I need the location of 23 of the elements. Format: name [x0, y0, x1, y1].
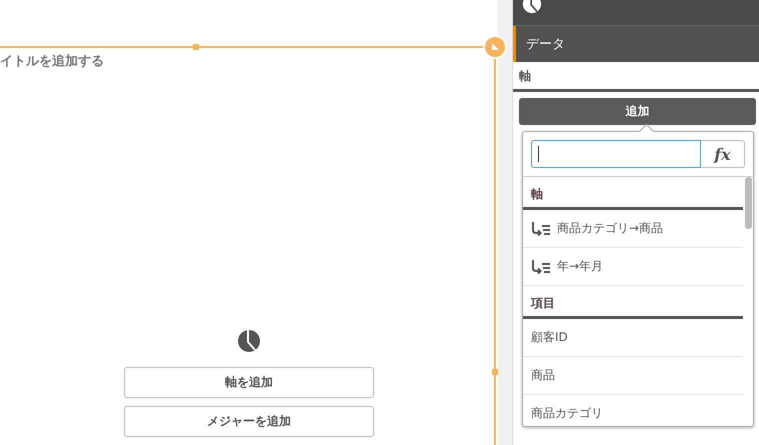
search-field[interactable] [531, 140, 701, 168]
section-heading: 軸 [513, 62, 759, 92]
list-item[interactable]: 顧客ID [523, 319, 743, 357]
group-heading: 項目 [523, 286, 743, 319]
list-item[interactable]: 商品カテゴリ→商品 [523, 210, 743, 248]
list-item[interactable]: 商品カテゴリ [523, 395, 743, 426]
drilldown-icon [531, 220, 551, 236]
expression-button[interactable]: fx [701, 140, 745, 168]
resize-handle[interactable] [492, 369, 498, 375]
scrollbar[interactable] [745, 177, 752, 229]
pie-chart-icon [237, 329, 261, 353]
add-button[interactable]: 軸を追加 [124, 367, 374, 398]
resize-handle[interactable] [193, 44, 199, 50]
group-heading: 軸 [523, 177, 743, 210]
list-item[interactable]: 商品 [523, 357, 743, 395]
corner-handle-icon[interactable] [485, 37, 505, 57]
add-button[interactable]: メジャーを追加 [124, 406, 374, 437]
drilldown-icon [531, 258, 551, 274]
splitter-bar[interactable] [498, 0, 513, 445]
add-button[interactable]: 追加 [519, 98, 756, 125]
list-item[interactable]: 年→年月 [523, 248, 743, 286]
panel-tab[interactable]: データ [513, 26, 759, 62]
chart-title-placeholder[interactable]: イトルを追加する [0, 52, 104, 70]
